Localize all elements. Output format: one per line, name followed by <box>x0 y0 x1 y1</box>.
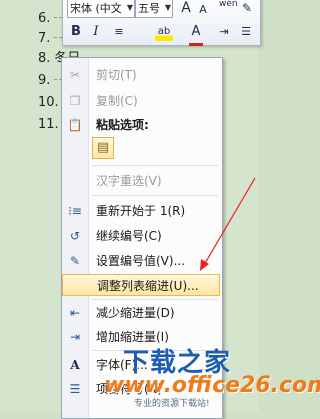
watermark-subtitle: 专业的资源下载站! <box>134 399 210 409</box>
watermark-site: www.office26.com <box>104 373 320 398</box>
